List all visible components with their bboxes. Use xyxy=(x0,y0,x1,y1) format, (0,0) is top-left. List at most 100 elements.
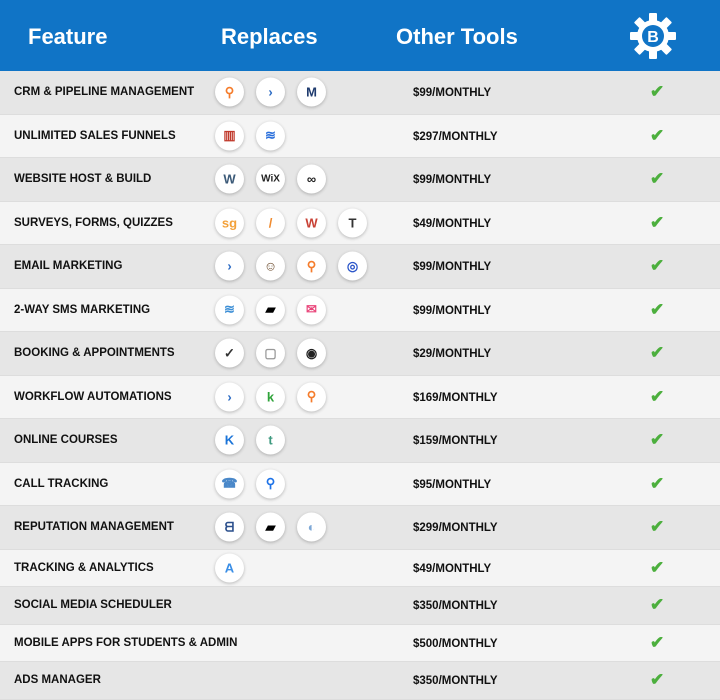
replaced-tools: Kt xyxy=(215,425,285,455)
table-header: Feature Replaces Other Tools B xyxy=(0,0,720,71)
table-row: REPUTATION MANAGEMENT ᗺ ▰ ◐ $299/MONTHLY ✔ xyxy=(0,506,720,550)
check-icon: ✔ xyxy=(650,632,665,652)
wix-icon: WiX xyxy=(256,164,285,194)
table-row: WORKFLOW AUTOMATIONS › k ⚲ $169/MONTHLY ✔ xyxy=(0,375,720,419)
replaced-tools: ✓ ▢ ◉ xyxy=(215,338,326,368)
constant-contact-icon: ◎ xyxy=(338,251,367,281)
hubspot-icon: ⚲ xyxy=(297,382,326,412)
wordpress-icon: W xyxy=(215,164,244,194)
other-tools-price: $99/MONTHLY xyxy=(413,174,492,187)
other-tools-price: $49/MONTHLY xyxy=(413,217,492,230)
feature-name: SOCIAL MEDIA SCHEDULER xyxy=(14,599,172,612)
check-icon: ✔ xyxy=(650,473,665,493)
podium-icon: ▰ xyxy=(256,512,285,542)
textline-icon: ✉ xyxy=(297,295,326,325)
other-tools-price: $297/MONTHLY xyxy=(413,130,498,143)
check-icon: ✔ xyxy=(650,517,665,537)
other-tools-price: $99/MONTHLY xyxy=(413,261,492,274)
hubspot-icon: ⚲ xyxy=(215,77,244,107)
other-tools-price: $169/MONTHLY xyxy=(413,391,498,404)
squarespace-icon: ∞ xyxy=(297,164,326,194)
feature-name: MOBILE APPS FOR STUDENTS & ADMIN xyxy=(14,636,238,649)
activecampaign-icon: › xyxy=(256,77,285,107)
hubspot-icon: ⚲ xyxy=(297,251,326,281)
callrail-icon: ☎ xyxy=(215,469,244,499)
other-tools-price: $500/MONTHLY xyxy=(413,637,498,650)
clickfunnels-icon: ▥ xyxy=(215,121,244,151)
feature-name: TRACKING & ANALYTICS xyxy=(14,561,154,574)
replaced-tools: sg / W T xyxy=(215,208,367,238)
other-tools-price: $95/MONTHLY xyxy=(413,478,492,491)
feature-name: UNLIMITED SALES FUNNELS xyxy=(14,129,176,142)
other-tools-price: $350/MONTHLY xyxy=(413,600,498,613)
table-row: TRACKING & ANALYTICS A $49/MONTHLY ✔ xyxy=(0,549,720,587)
other-tools-price: $299/MONTHLY xyxy=(413,522,498,535)
birdeye-icon: ᗺ xyxy=(215,512,244,542)
table-row: BOOKING & APPOINTMENTS ✓ ▢ ◉ $29/MONTHLY ✔ xyxy=(0,332,720,376)
jotform-icon: / xyxy=(256,208,285,238)
feature-name: WORKFLOW AUTOMATIONS xyxy=(14,390,172,403)
activecampaign-icon: › xyxy=(215,251,244,281)
feature-name: SURVEYS, FORMS, QUIZZES xyxy=(14,216,173,229)
acuity-icon: ◉ xyxy=(297,338,326,368)
check-icon: ✔ xyxy=(650,256,665,276)
feature-name: CALL TRACKING xyxy=(14,477,109,490)
check-icon: ✔ xyxy=(650,670,665,690)
replaced-tools: A xyxy=(215,553,244,583)
table-row: EMAIL MARKETING › ☺ ⚲ ◎ $99/MONTHLY ✔ xyxy=(0,245,720,289)
surveygizmo-icon: sg xyxy=(215,208,244,238)
analytics-icon: A xyxy=(215,553,244,583)
check-icon: ✔ xyxy=(650,212,665,232)
replaced-tools: ≋ ▰ ✉ xyxy=(215,295,326,325)
table-row: CALL TRACKING ☎ ⚲ $95/MONTHLY ✔ xyxy=(0,462,720,506)
check-icon: ✔ xyxy=(650,343,665,363)
activecampaign-icon: › xyxy=(215,382,244,412)
check-icon: ✔ xyxy=(650,299,665,319)
replaced-tools: ⚲ › M xyxy=(215,77,326,107)
replaced-tools: ᗺ ▰ ◐ xyxy=(215,512,326,542)
sms-chevrons-icon: ≋ xyxy=(215,295,244,325)
feature-name: ADS MANAGER xyxy=(14,674,101,687)
replaced-tools: ☎ ⚲ xyxy=(215,469,285,499)
mailchimp-icon: ☺ xyxy=(256,251,285,281)
feature-name: REPUTATION MANAGEMENT xyxy=(14,521,174,534)
replaced-tools: › ☺ ⚲ ◎ xyxy=(215,251,367,281)
reputation-icon: ◐ xyxy=(297,512,326,542)
other-tools-price: $29/MONTHLY xyxy=(413,348,492,361)
replaced-tools: ▥ ≋ xyxy=(215,121,285,151)
feature-name: BOOKING & APPOINTMENTS xyxy=(14,347,175,360)
check-icon: ✔ xyxy=(650,430,665,450)
other-tools-price: $99/MONTHLY xyxy=(413,304,492,317)
podium-icon: ▰ xyxy=(256,295,285,325)
check-icon: ✔ xyxy=(650,595,665,615)
other-tools-price: $99/MONTHLY xyxy=(413,87,492,100)
check-icon: ✔ xyxy=(650,169,665,189)
other-tools-price: $350/MONTHLY xyxy=(413,675,498,688)
table-row: SURVEYS, FORMS, QUIZZES sg / W T $49/MONTHL… xyxy=(0,201,720,245)
leadpages-icon: ≋ xyxy=(256,121,285,151)
table-row: WEBSITE HOST & BUILD W WiX ∞ $99/MONTHLY ✔ xyxy=(0,158,720,202)
check-icon: ✔ xyxy=(650,125,665,145)
table-row: 2-WAY SMS MARKETING ≋ ▰ ✉ $99/MONTHLY ✔ xyxy=(0,288,720,332)
feature-column-header: Feature xyxy=(28,24,108,49)
check-icon: ✔ xyxy=(650,386,665,406)
keap-icon: M xyxy=(297,77,326,107)
table-row: CRM & PIPELINE MANAGEMENT ⚲ › M $99/MONTHL… xyxy=(0,71,720,115)
calendar-icon: ▢ xyxy=(256,338,285,368)
check-icon: ✔ xyxy=(650,557,665,577)
replaced-tools: › k ⚲ xyxy=(215,382,326,412)
other-tools-price: $49/MONTHLY xyxy=(413,562,492,575)
table-row: UNLIMITED SALES FUNNELS ▥ ≋ $297/MONTHLY … xyxy=(0,114,720,158)
teachable-icon: t xyxy=(256,425,285,455)
feature-name: ONLINE COURSES xyxy=(14,434,118,447)
svg-text:B: B xyxy=(647,29,659,46)
calltrackingmetrics-icon: ⚲ xyxy=(256,469,285,499)
kajabi-icon: K xyxy=(215,425,244,455)
feature-name: 2-WAY SMS MARKETING xyxy=(14,303,151,316)
feature-name: CRM & PIPELINE MANAGEMENT xyxy=(14,86,195,99)
table-row: SOCIAL MEDIA SCHEDULER $350/MONTHLY ✔ xyxy=(0,587,720,625)
table-row: MOBILE APPS FOR STUDENTS & ADMIN $500/MO… xyxy=(0,624,720,662)
keap-k-icon: k xyxy=(256,382,285,412)
replaces-column-header: Replaces xyxy=(221,24,318,49)
other-tools-price: $159/MONTHLY xyxy=(413,435,498,448)
